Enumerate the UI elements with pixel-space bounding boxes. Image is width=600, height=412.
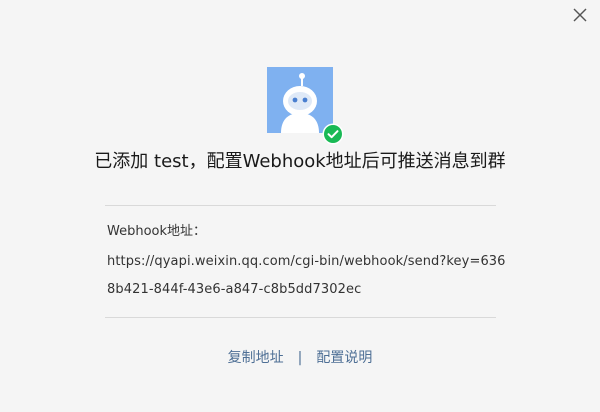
robot-avatar-container [267,67,344,145]
dialog-headline: 已添加 test，配置Webhook地址后可推送消息到群 [94,151,506,172]
check-circle-icon [322,123,344,145]
divider-bottom [105,317,496,318]
webhook-url: https://qyapi.weixin.qq.com/cgi-bin/webh… [107,254,506,297]
added-check-badge [322,123,344,145]
webhook-label: Webhook地址： [107,224,207,239]
divider-top [105,205,496,206]
link-separator: | [297,350,303,366]
action-links: 复制地址 | 配置说明 [0,348,600,368]
config-help-link[interactable]: 配置说明 [316,350,372,366]
copy-address-link[interactable]: 复制地址 [228,350,284,366]
close-button[interactable] [570,5,590,25]
add-robot-dialog: 已添加 test，配置Webhook地址后可推送消息到群 Webhook地址： … [0,0,600,412]
close-icon [573,8,587,22]
